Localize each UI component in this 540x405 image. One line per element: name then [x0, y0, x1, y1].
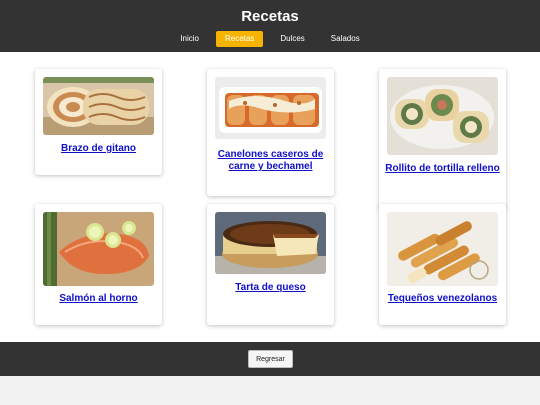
- recipe-link[interactable]: Rollito de tortilla relleno: [383, 163, 502, 175]
- nav-item-inicio[interactable]: Inicio: [171, 31, 208, 47]
- recipe-grid: Brazo de gitano Canelones caseros de car…: [0, 52, 540, 342]
- site-footer: Regresar: [0, 342, 540, 376]
- recipe-link[interactable]: Canelones caseros de carne y bechamel: [211, 149, 330, 173]
- site-header: Recetas Inicio Recetas Dulces Salados: [0, 0, 540, 52]
- nav-item-salados[interactable]: Salados: [322, 31, 369, 47]
- page-background: [0, 376, 540, 405]
- recipe-card: Rollito de tortilla relleno: [379, 69, 506, 209]
- tequenos-image[interactable]: [387, 212, 498, 286]
- recipe-card: Salmón al horno: [35, 204, 162, 325]
- back-button[interactable]: Regresar: [248, 350, 293, 368]
- recipe-card: Tequeños venezolanos: [379, 204, 506, 325]
- recipe-card: Canelones caseros de carne y bechamel: [207, 69, 334, 196]
- site-title: Recetas: [241, 8, 299, 25]
- main-nav: Inicio Recetas Dulces Salados: [0, 31, 540, 47]
- recipe-link[interactable]: Tequeños venezolanos: [383, 293, 502, 305]
- baked-salmon-image[interactable]: [43, 212, 154, 286]
- recipe-card: Brazo de gitano: [35, 69, 162, 175]
- nav-item-recetas[interactable]: Recetas: [215, 31, 264, 47]
- cheesecake-image[interactable]: [215, 212, 326, 274]
- recipe-link[interactable]: Brazo de gitano: [39, 143, 158, 155]
- nav-item-dulces[interactable]: Dulces: [271, 31, 313, 47]
- recipe-link[interactable]: Salmón al horno: [39, 293, 158, 305]
- recipe-link[interactable]: Tarta de queso: [211, 282, 330, 294]
- sponge-roll-image[interactable]: [43, 77, 154, 135]
- tortilla-roll-image[interactable]: [387, 77, 498, 155]
- cannelloni-image[interactable]: [215, 77, 326, 139]
- recipe-card: Tarta de queso: [207, 204, 334, 325]
